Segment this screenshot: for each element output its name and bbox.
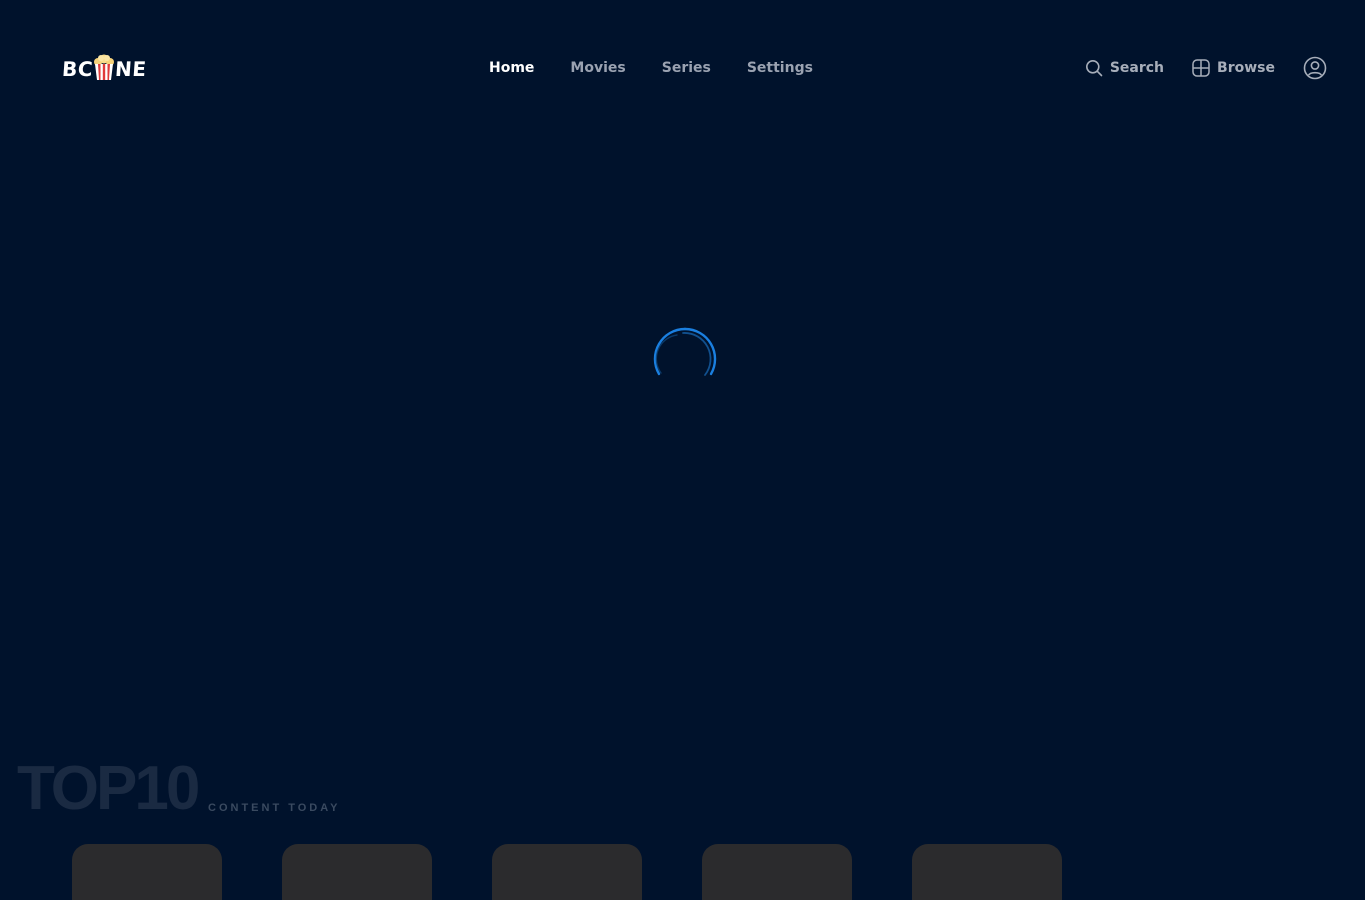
- nav-item-movies[interactable]: Movies: [570, 58, 625, 78]
- header-actions: Search Browse: [1085, 56, 1327, 80]
- search-button[interactable]: Search: [1085, 59, 1164, 77]
- grid-icon: [1192, 59, 1210, 77]
- main-nav: Home Movies Series Settings: [489, 58, 813, 78]
- top10-subtitle: CONTENT TODAY: [208, 802, 341, 814]
- header: BC NE Home Movies Series Settings Search…: [0, 0, 1365, 136]
- logo-text-left: BC: [61, 57, 94, 81]
- browse-label: Browse: [1217, 60, 1275, 76]
- search-icon: [1085, 60, 1103, 77]
- popcorn-icon: [92, 53, 116, 81]
- browse-button[interactable]: Browse: [1192, 59, 1275, 77]
- content-card[interactable]: [492, 844, 642, 900]
- top10-cards: [72, 844, 1122, 900]
- nav-item-home[interactable]: Home: [489, 58, 534, 78]
- top10-title: TOP10: [17, 754, 200, 823]
- content-card[interactable]: [912, 844, 1062, 900]
- logo-text-right: NE: [114, 57, 148, 81]
- user-icon[interactable]: [1303, 56, 1327, 80]
- content-card[interactable]: [702, 844, 852, 900]
- content-card[interactable]: [282, 844, 432, 900]
- page: BC NE Home Movies Series Settings Search…: [0, 0, 1365, 900]
- nav-item-settings[interactable]: Settings: [747, 58, 813, 78]
- logo[interactable]: BC NE: [61, 53, 148, 81]
- search-label: Search: [1109, 60, 1165, 76]
- spinner-icon: [653, 327, 717, 376]
- content-card[interactable]: [72, 844, 222, 900]
- nav-item-series[interactable]: Series: [662, 58, 711, 78]
